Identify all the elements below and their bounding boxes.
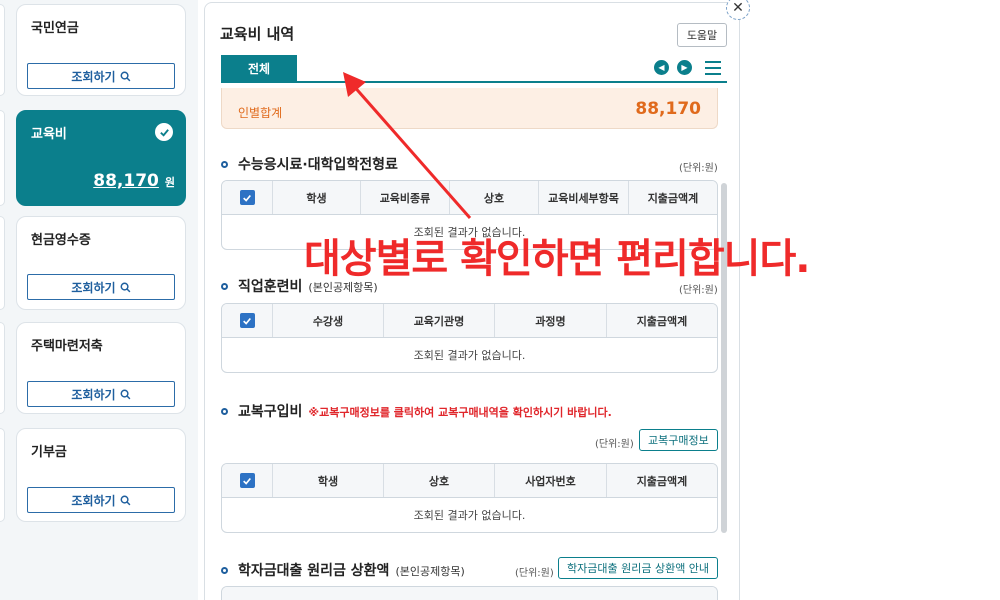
annotation-text: 대상별로 확인하면 편리합니다.: [304, 236, 810, 282]
annotation-arrow: [343, 72, 472, 219]
screen: 국민연금 조회하기 교육비 88,170 원 현금영수증 조회하기 주택마련저축…: [0, 0, 1000, 600]
